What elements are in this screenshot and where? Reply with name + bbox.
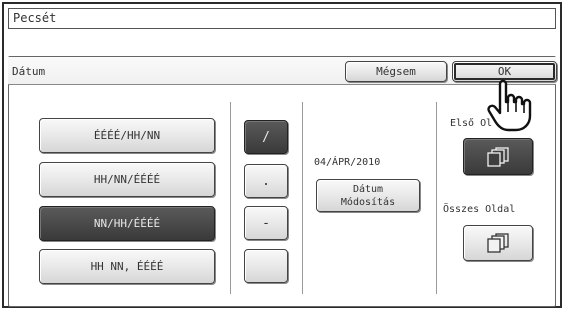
separator-dot-button[interactable]: .	[244, 164, 288, 198]
modify-date-label-line2: Módosítás	[340, 196, 396, 208]
stacked-pages-icon	[486, 233, 510, 253]
divider	[230, 102, 231, 294]
all-pages-label: Összes Oldal	[443, 204, 516, 215]
cancel-button[interactable]: Mégsem	[345, 61, 447, 82]
all-pages-button[interactable]	[463, 225, 533, 261]
stacked-pages-icon	[486, 146, 510, 167]
hand-pointer-icon	[486, 78, 534, 138]
separator-space-button[interactable]	[244, 249, 288, 283]
format-yyyy-mm-dd-button[interactable]: ÉÉÉÉ/HH/NN	[39, 118, 215, 153]
modify-date-label-line1: Dátum	[352, 183, 384, 195]
format-mm-dd-comma-yyyy-button[interactable]: HH NN, ÉÉÉÉ	[39, 249, 215, 284]
format-dd-mm-yyyy-button[interactable]: NN/HH/ÉÉÉÉ	[39, 206, 215, 241]
modify-date-button[interactable]: Dátum Módosítás	[316, 179, 420, 212]
current-date: 04/ÁPR/2010	[314, 157, 381, 168]
divider	[302, 102, 303, 294]
panel-title: Dátum	[12, 65, 46, 78]
first-page-button[interactable]	[463, 138, 533, 175]
separator-slash-button[interactable]: /	[244, 120, 288, 154]
separator-dash-button[interactable]: -	[244, 206, 288, 240]
title-bar: Pecsét	[8, 8, 556, 29]
format-mm-dd-yyyy-button[interactable]: HH/NN/ÉÉÉÉ	[39, 162, 215, 197]
divider	[436, 102, 437, 294]
window-title: Pecsét	[13, 11, 57, 25]
